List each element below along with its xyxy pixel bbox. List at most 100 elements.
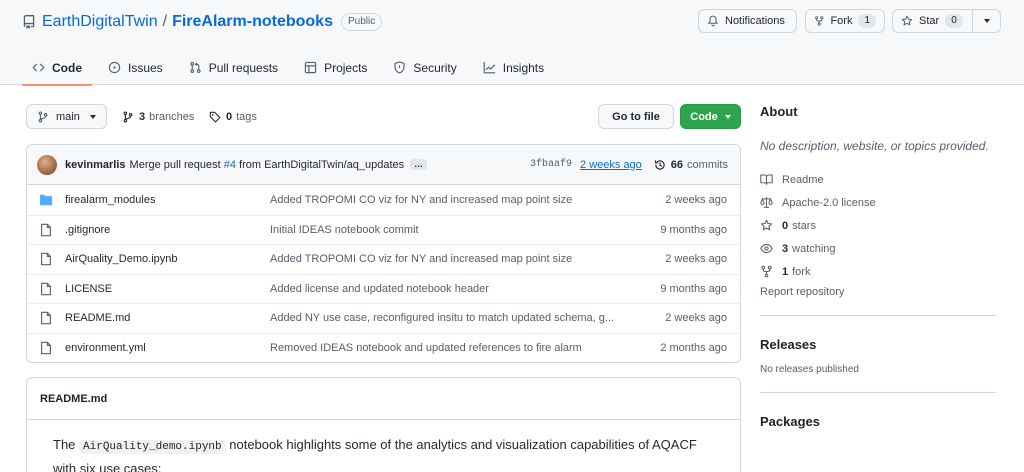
- fork-counter: 1: [858, 14, 876, 28]
- about-description: No description, website, or topics provi…: [760, 139, 989, 153]
- branches-label: branches: [149, 110, 195, 123]
- readme-panel: README.md The AirQuality_demo.ipynb note…: [26, 377, 741, 472]
- fork-icon: [815, 16, 824, 26]
- fork-icon: [761, 265, 772, 278]
- file-commit-age: 9 months ago: [660, 282, 727, 295]
- tab-projects[interactable]: Projects: [294, 50, 377, 85]
- commit-message-prefix[interactable]: Merge pull request: [130, 159, 221, 171]
- tab-issues[interactable]: Issues: [98, 50, 173, 85]
- branch-icon: [123, 110, 133, 123]
- commits-label: commits: [687, 158, 728, 171]
- code-dropdown-button[interactable]: Code: [680, 104, 741, 129]
- file-commit-message-link[interactable]: Added license and updated notebook heade…: [270, 283, 640, 295]
- readme-text-before: The: [53, 437, 80, 452]
- stars-link[interactable]: 0 stars: [760, 214, 996, 237]
- history-icon: [654, 159, 665, 170]
- repo-name-link[interactable]: FireAlarm-notebooks: [172, 13, 333, 31]
- star-lists-dropdown[interactable]: [973, 10, 1000, 32]
- chevron-down-icon: [724, 114, 731, 119]
- branches-link[interactable]: 3 branches: [122, 104, 194, 129]
- watching-count: 3: [782, 242, 789, 255]
- go-to-file-button[interactable]: Go to file: [598, 104, 674, 129]
- chevron-down-icon: [89, 114, 96, 119]
- fork-label: Fork: [830, 15, 853, 27]
- star-button-group: Star 0: [892, 9, 1001, 33]
- commits-history-link[interactable]: 66 commits: [654, 159, 728, 171]
- tab-insights[interactable]: Insights: [473, 50, 554, 85]
- file-icon: [41, 311, 51, 325]
- tab-pull-requests[interactable]: Pull requests: [179, 50, 288, 85]
- law-icon: [760, 197, 773, 208]
- repo-sidebar: About No description, website, or topics…: [760, 104, 996, 441]
- file-row: README.md Added NY use case, reconfigure…: [27, 303, 740, 333]
- file-name-link[interactable]: environment.yml: [65, 342, 270, 354]
- commit-time-link[interactable]: 2 weeks ago: [580, 159, 642, 171]
- forks-link[interactable]: 1 fork: [760, 260, 996, 283]
- eye-icon: [760, 243, 773, 254]
- file-icon: [41, 282, 51, 296]
- forks-label: fork: [792, 265, 811, 278]
- notifications-button[interactable]: Notifications: [698, 9, 797, 33]
- packages-heading[interactable]: Packages: [760, 414, 996, 429]
- repo-owner-link[interactable]: EarthDigitalTwin: [42, 13, 158, 31]
- readme-inline-code: AirQuality_demo.ipynb: [79, 440, 226, 454]
- expand-commit-message-button[interactable]: …: [410, 159, 428, 170]
- license-link[interactable]: Apache-2.0 license: [760, 191, 996, 214]
- tags-label: tags: [236, 110, 257, 123]
- commit-author-link[interactable]: kevinmarlis: [65, 159, 126, 171]
- file-commit-message-link[interactable]: Initial IDEAS notebook commit: [270, 224, 640, 236]
- file-name-link[interactable]: AirQuality_Demo.ipynb: [65, 253, 270, 265]
- repo-icon: [23, 15, 35, 29]
- tags-link[interactable]: 0 tags: [209, 104, 257, 129]
- tab-insights-label: Insights: [502, 60, 545, 75]
- file-commit-age: 2 weeks ago: [665, 253, 727, 266]
- file-commit-message-link[interactable]: Added NY use case, reconfigured insitu t…: [270, 312, 640, 324]
- pull-request-icon: [190, 61, 201, 74]
- commit-message-suffix[interactable]: from EarthDigitalTwin/aq_updates: [239, 159, 404, 171]
- file-commit-age: 2 weeks ago: [665, 312, 727, 325]
- notifications-label: Notifications: [725, 15, 785, 27]
- latest-commit-bar: kevinmarlis Merge pull request #4 from E…: [27, 145, 740, 185]
- releases-heading[interactable]: Releases: [760, 337, 996, 352]
- readme-content: The AirQuality_demo.ipynb notebook highl…: [27, 420, 740, 472]
- file-row: LICENSE Added license and updated notebo…: [27, 273, 740, 304]
- file-icon: [41, 341, 51, 355]
- tag-icon: [209, 111, 221, 122]
- branch-select-button[interactable]: main: [26, 104, 107, 129]
- tags-count: 0: [226, 110, 233, 123]
- fork-button[interactable]: Fork 1: [805, 9, 885, 33]
- tab-projects-label: Projects: [324, 60, 368, 75]
- readme-title[interactable]: README.md: [27, 378, 740, 420]
- watchers-link[interactable]: 3 watching: [760, 237, 996, 260]
- tab-security[interactable]: Security: [383, 50, 466, 85]
- tab-code[interactable]: Code: [22, 50, 92, 86]
- star-icon: [760, 219, 773, 231]
- stars-count: 0: [782, 219, 789, 232]
- folder-icon: [39, 194, 53, 205]
- commit-message: Merge pull request #4 from EarthDigitalT…: [130, 159, 405, 171]
- file-name-link[interactable]: LICENSE: [65, 283, 270, 295]
- star-icon: [901, 15, 913, 26]
- file-row: firealarm_modules Added TROPOMI CO viz f…: [27, 185, 740, 215]
- sidebar-divider: [760, 315, 996, 316]
- readme-link[interactable]: Readme: [760, 168, 996, 191]
- file-browser: kevinmarlis Merge pull request #4 from E…: [26, 144, 741, 363]
- file-name-link[interactable]: firealarm_modules: [65, 194, 270, 206]
- star-button[interactable]: Star 0: [893, 10, 973, 32]
- file-commit-message-link[interactable]: Added TROPOMI CO viz for NY and increase…: [270, 194, 640, 206]
- report-repository-link[interactable]: Report repository: [760, 286, 996, 298]
- table-icon: [304, 61, 317, 74]
- stars-label: stars: [792, 219, 816, 232]
- file-commit-message-link[interactable]: Removed IDEAS notebook and updated refer…: [270, 342, 640, 354]
- repo-path-separator: /: [162, 13, 168, 30]
- visibility-badge: Public: [340, 13, 383, 31]
- commit-sha-link[interactable]: 3fbaaf9: [530, 159, 572, 170]
- pull-request-link[interactable]: #4: [224, 159, 236, 171]
- file-icon: [41, 252, 51, 266]
- readme-link-label: Readme: [782, 173, 824, 186]
- file-name-link[interactable]: .gitignore: [65, 224, 270, 236]
- file-name-link[interactable]: README.md: [65, 312, 270, 324]
- avatar[interactable]: [37, 154, 57, 175]
- file-commit-message-link[interactable]: Added TROPOMI CO viz for NY and increase…: [270, 253, 640, 265]
- file-icon: [41, 223, 51, 237]
